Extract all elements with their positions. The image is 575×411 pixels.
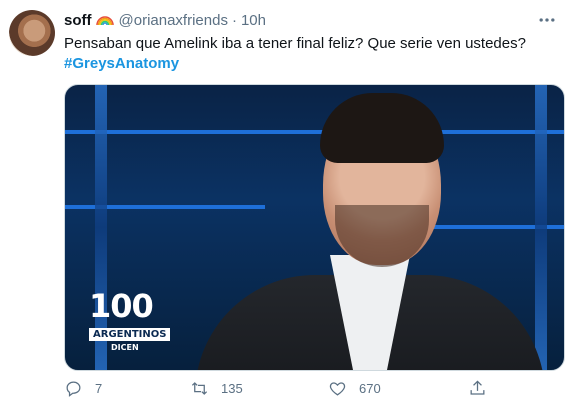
share-icon	[470, 380, 485, 395]
like-count: 670	[359, 381, 381, 396]
heart-icon	[329, 382, 346, 396]
reply-count: 7	[95, 381, 103, 396]
retweet-button[interactable]: 135	[190, 379, 243, 398]
author-handle[interactable]: @orianaxfriends	[119, 12, 228, 29]
tweet-media-image[interactable]: 100 ARGENTINOS DICEN	[64, 84, 565, 371]
logo-label: ARGENTINOS	[89, 328, 171, 341]
show-logo: 100 ARGENTINOS DICEN	[89, 287, 171, 352]
logo-number: 100	[89, 287, 154, 325]
avatar[interactable]	[9, 10, 55, 56]
tweet-header: soff @orianaxfriends · 10h	[64, 9, 266, 31]
separator-dot: ·	[231, 11, 237, 29]
led-column	[535, 85, 547, 370]
tweet[interactable]: soff @orianaxfriends · 10h Pensaban que …	[0, 0, 575, 411]
action-bar: 7 135 670	[58, 379, 518, 401]
logo-sub: DICEN	[111, 343, 139, 352]
stage-light-stripe	[65, 130, 564, 134]
tweet-text: Pensaban que Amelink iba a tener final f…	[64, 35, 526, 52]
reply-icon	[66, 381, 81, 397]
tweet-timestamp[interactable]: 10h	[241, 12, 266, 29]
person-hair	[320, 93, 444, 163]
retweet-count: 135	[221, 381, 243, 396]
more-options-icon[interactable]	[537, 10, 557, 30]
reply-button[interactable]: 7	[64, 379, 102, 398]
share-button[interactable]	[468, 379, 487, 398]
hashtag-link[interactable]: #GreysAnatomy	[64, 54, 179, 74]
like-button[interactable]: 670	[328, 379, 381, 398]
rainbow-icon	[95, 16, 114, 26]
author-name[interactable]: soff	[64, 12, 92, 29]
retweet-icon	[191, 382, 208, 395]
